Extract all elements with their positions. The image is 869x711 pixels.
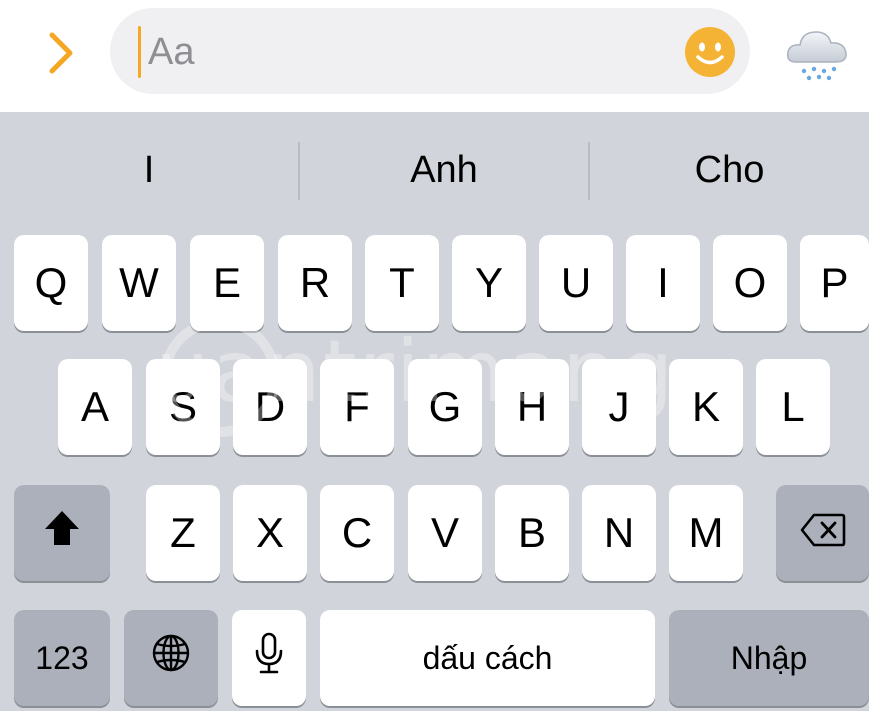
- return-key[interactable]: Nhập: [669, 610, 869, 706]
- space-key[interactable]: dấu cách: [320, 610, 655, 706]
- globe-key[interactable]: [124, 610, 218, 706]
- key-p[interactable]: P: [800, 235, 869, 331]
- suggestion-1[interactable]: I: [0, 112, 298, 228]
- key-b[interactable]: B: [495, 485, 569, 581]
- shift-key[interactable]: [14, 485, 110, 581]
- key-h[interactable]: H: [495, 359, 569, 455]
- key-l[interactable]: L: [756, 359, 830, 455]
- snow-cloud-icon[interactable]: [782, 18, 854, 90]
- key-g[interactable]: G: [408, 359, 482, 455]
- key-w[interactable]: W: [102, 235, 176, 331]
- message-text-field[interactable]: Aa: [110, 8, 750, 94]
- key-m[interactable]: M: [669, 485, 743, 581]
- microphone-key[interactable]: [232, 610, 306, 706]
- key-t[interactable]: T: [365, 235, 439, 331]
- keyboard: I Anh Cho Q W E R T Y U I O P A S D F G …: [0, 112, 869, 711]
- key-q[interactable]: Q: [14, 235, 88, 331]
- key-j[interactable]: J: [582, 359, 656, 455]
- shift-arrow-icon: [42, 508, 82, 558]
- suggestion-3[interactable]: Cho: [590, 112, 869, 228]
- numbers-key[interactable]: 123: [14, 610, 110, 706]
- chevron-right-icon[interactable]: [36, 28, 86, 78]
- key-a[interactable]: A: [58, 359, 132, 455]
- key-o[interactable]: O: [713, 235, 787, 331]
- key-y[interactable]: Y: [452, 235, 526, 331]
- delete-key[interactable]: [776, 485, 869, 581]
- smiley-face-icon[interactable]: [684, 26, 736, 78]
- key-i[interactable]: I: [626, 235, 700, 331]
- predictive-suggestions-bar: I Anh Cho: [0, 112, 869, 228]
- backspace-icon: [800, 509, 846, 557]
- key-u[interactable]: U: [539, 235, 613, 331]
- key-x[interactable]: X: [233, 485, 307, 581]
- key-f[interactable]: F: [320, 359, 394, 455]
- text-caret: [138, 26, 141, 78]
- suggestion-2[interactable]: Anh: [300, 112, 588, 228]
- key-r[interactable]: R: [278, 235, 352, 331]
- key-s[interactable]: S: [146, 359, 220, 455]
- key-c[interactable]: C: [320, 485, 394, 581]
- key-v[interactable]: V: [408, 485, 482, 581]
- microphone-icon: [254, 631, 284, 685]
- message-input-bar: Aa: [0, 0, 869, 112]
- key-z[interactable]: Z: [146, 485, 220, 581]
- key-e[interactable]: E: [190, 235, 264, 331]
- globe-icon: [151, 633, 191, 683]
- key-n[interactable]: N: [582, 485, 656, 581]
- key-d[interactable]: D: [233, 359, 307, 455]
- message-placeholder: Aa: [148, 31, 195, 73]
- key-k[interactable]: K: [669, 359, 743, 455]
